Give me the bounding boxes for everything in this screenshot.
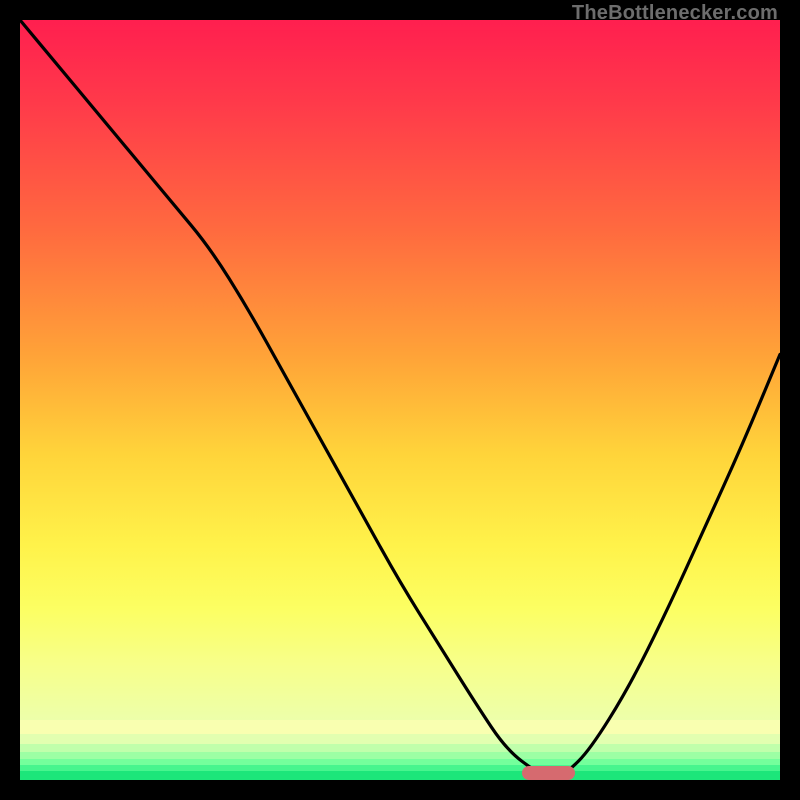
plot-area bbox=[20, 20, 780, 780]
optimum-marker bbox=[522, 766, 575, 780]
chart-frame: TheBottlenecker.com bbox=[0, 0, 800, 800]
bottleneck-curve bbox=[20, 20, 780, 780]
